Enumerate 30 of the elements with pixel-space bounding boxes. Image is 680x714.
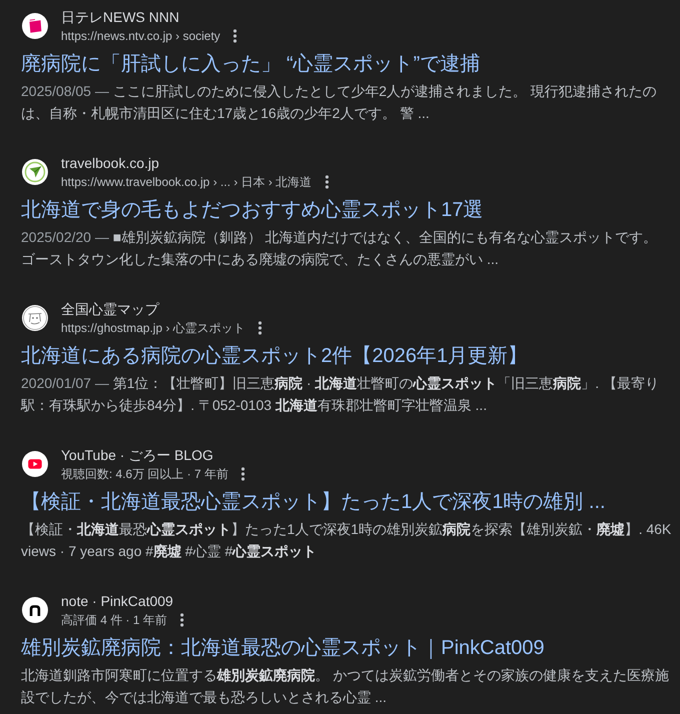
url-link[interactable]: https://ghostmap.jp › 心霊スポット	[61, 319, 246, 337]
result-snippet: 2020/01/07 — 第1位：【壮瞥町】旧三恵病院 · 北海道壮瞥町の心霊スポット「旧三恵病院」. 【最寄り駅：有珠駅から徒歩84分】. 〒052-0103 北海道有珠郡壮瞥町字壮瞥温泉 ...	[21, 374, 660, 415]
more-options-icon[interactable]	[233, 29, 238, 43]
more-options-icon[interactable]	[258, 321, 262, 335]
site-name: note · PinkCat009	[61, 592, 174, 611]
video-meta-text: 高評価 4 件 · 1 年前	[61, 612, 168, 629]
site-name: travelbook.co.jp	[61, 154, 160, 173]
more-options-icon[interactable]	[180, 613, 184, 627]
more-options-icon[interactable]	[241, 467, 246, 481]
site-name: YouTube · ごろー BLOG	[61, 446, 214, 465]
arch-logo-icon	[22, 597, 48, 623]
result-title-link[interactable]: 北海道で身の毛もよだつおすすめ心霊スポット17選	[21, 196, 660, 224]
video-meta-text: 視聴回数: 4.6万 回以上 · 7 年前	[61, 466, 228, 483]
result-snippet: 北海道釧路市阿寒町に位置する雄別炭鉱廃病院。 かつては炭鉱労働者とその家族の健康を支えた医療施設でしたが、今では北海道で最も恐ろしいとされる心霊 ...	[21, 666, 670, 707]
result-snippet: 2025/08/05 — ここに肝試しのために侵入したとして少年2人が逮捕されました。 現行犯逮捕されたのは、自称・札幌市清田区に住む17歳と16歳の少年2人です。 警 ...	[21, 82, 658, 123]
result-title-link[interactable]: 北海道にある病院の心霊スポット2件【2026年1月更新】	[21, 342, 660, 370]
result-snippet: 【検証・北海道最恐心霊スポット】たった1人で深夜1時の雄別炭鉱病院を探索【雄別炭鉱・廃墟】. 46K views · 7 years ago #廃墟 #心霊 #心霊スポット	[21, 520, 672, 561]
url-link[interactable]: https://www.travelbook.co.jp › ... › 日本 › 北海道	[61, 173, 312, 191]
paper-plane-icon	[22, 159, 48, 185]
slanted-tile-icon	[22, 13, 48, 39]
url-link[interactable]: https://news.ntv.co.jp › society	[61, 27, 220, 45]
site-name: 全国心霊マップ	[61, 300, 160, 319]
result-title-link[interactable]: 【検証・北海道最恐心霊スポット】たった1人で深夜1時の雄別 ...	[21, 488, 660, 516]
result-snippet: 2025/02/20 — ■雄別炭鉱病院（釧路） 北海道内だけではなく、全国的にも有名な心霊スポットです。ゴーストタウン化した集落の中にある廃墟の病院で、たくさんの悪霊がい ...	[21, 228, 658, 269]
play-button-icon	[22, 451, 48, 477]
sketch-icon	[22, 305, 48, 331]
more-options-icon[interactable]	[324, 175, 329, 189]
result-title-link[interactable]: 廃病院に「肝試しに入った」 “心霊スポット”で逮捕	[21, 50, 660, 78]
site-name: 日テレNEWS NNN	[61, 8, 180, 27]
result-title-link[interactable]: 雄別炭鉱廃病院：北海道最恐の心霊スポット｜PinkCat009	[21, 634, 660, 662]
